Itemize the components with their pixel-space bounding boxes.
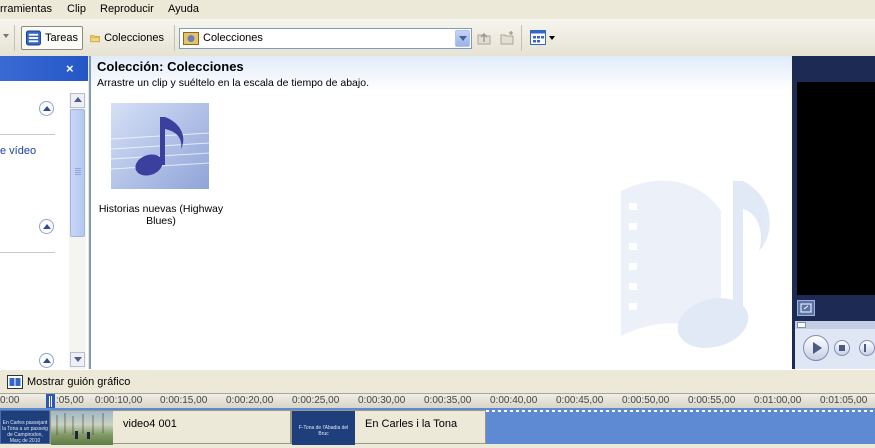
clip-label: video4 001 <box>123 418 177 430</box>
collection-film-icon <box>183 32 199 45</box>
timeline-clip[interactable]: En Carles passejant la Tona a un passeig… <box>0 410 50 444</box>
collection-title: Colección: Colecciones <box>97 59 244 74</box>
menu-bar: rramientas Clip Reproducir Ayuda <box>0 0 875 19</box>
menu-clip[interactable]: Clip <box>67 3 86 15</box>
stop-button[interactable] <box>834 340 850 356</box>
timeline-clip[interactable]: F-Tona de l'Abadia del Bruc En Carles i … <box>291 410 486 445</box>
ruler-tick: 0:00 <box>0 395 20 406</box>
seek-bar[interactable] <box>795 321 875 329</box>
seek-thumb[interactable] <box>797 322 806 328</box>
timeline-ruler[interactable]: 0:00 :05,00 0:00:10,00 0:00:15,00 0:00:2… <box>0 393 875 409</box>
close-icon[interactable]: × <box>66 61 74 76</box>
chevron-down-icon <box>549 36 555 40</box>
clip-label: En Carles i la Tona <box>365 418 458 430</box>
collection-subtitle: Arrastre un clip y suéltelo en la escala… <box>97 77 369 89</box>
ruler-tick: 0:00:50,00 <box>622 395 670 406</box>
chevron-down-icon[interactable] <box>455 30 470 47</box>
timeline-video-track: En Carles passejant la Tona a un passeig… <box>0 408 875 445</box>
task-pane-header: × <box>0 56 88 81</box>
playback-controls <box>795 321 875 369</box>
ruler-tick: :05,00 <box>56 395 84 406</box>
section-divider <box>0 252 55 253</box>
menu-reproducir[interactable]: Reproducir <box>100 3 154 15</box>
views-button[interactable] <box>530 30 556 46</box>
folder-icon <box>90 35 100 43</box>
dropdown-arrow-icon[interactable] <box>3 34 9 38</box>
task-pane-scrollbar[interactable] <box>69 93 86 369</box>
section-divider <box>0 134 55 135</box>
clip-title-text: En Carles passejant la Tona a un passeig… <box>2 420 48 444</box>
music-note-icon <box>110 117 210 176</box>
ruler-tick: 0:00:40,00 <box>490 395 538 406</box>
collection-header: Colección: Colecciones Arrastre un clip … <box>91 56 792 91</box>
scroll-grip <box>75 168 81 176</box>
collection-item-caption: Historias nuevas (Highway Blues) <box>98 203 224 227</box>
previous-icon <box>864 344 866 352</box>
menu-herramientas[interactable]: rramientas <box>0 3 52 15</box>
preview-monitor <box>792 56 875 369</box>
collection-dropdown[interactable]: Colecciones <box>179 28 472 49</box>
collapse-section-icon[interactable] <box>39 101 54 116</box>
show-storyboard-link[interactable]: Mostrar guión gráfico <box>27 376 130 388</box>
collections-label: Colecciones <box>104 32 164 44</box>
tasks-list-icon <box>26 30 41 46</box>
ruler-tick: 0:00:25,00 <box>292 395 340 406</box>
play-button[interactable] <box>803 335 829 361</box>
playhead[interactable] <box>46 394 55 409</box>
ruler-tick: 0:00:10,00 <box>95 395 143 406</box>
new-folder-icon[interactable] <box>499 30 515 46</box>
up-folder-icon[interactable] <box>476 30 492 46</box>
playhead-grip <box>49 396 50 407</box>
ruler-tick: 0:00:20,00 <box>226 395 274 406</box>
collections-button[interactable]: Colecciones <box>86 26 168 50</box>
clip-thumbnail: F-Tona de l'Abadia del Bruc <box>292 411 355 445</box>
toolbar-separator <box>14 25 15 51</box>
views-grid-icon <box>530 30 546 45</box>
ruler-tick: 0:00:45,00 <box>556 395 604 406</box>
ruler-tick: 0:00:35,00 <box>424 395 472 406</box>
menu-ayuda[interactable]: Ayuda <box>168 3 199 15</box>
storyboard-icon[interactable] <box>7 375 23 389</box>
tasks-label: Tareas <box>44 32 78 44</box>
scroll-up-icon[interactable] <box>70 93 85 108</box>
previous-frame-button[interactable] <box>859 340 875 356</box>
clip-title-text: F-Tona de l'Abadia del Bruc <box>298 425 349 437</box>
playhead-grip <box>51 396 52 407</box>
timeline-clip[interactable]: video4 001 <box>50 410 291 445</box>
track-empty-indicator <box>486 410 875 412</box>
toolbar-separator <box>521 25 522 51</box>
scroll-thumb[interactable] <box>70 109 85 237</box>
fullscreen-button[interactable] <box>797 300 815 316</box>
ruler-tick: 0:01:00,00 <box>754 395 802 406</box>
film-music-watermark-icon <box>621 180 770 348</box>
ruler-tick: 0:00:30,00 <box>358 395 406 406</box>
tasks-button[interactable]: Tareas <box>21 26 83 50</box>
toolbar-separator <box>174 25 175 51</box>
task-pane: × e vídeo <box>0 56 88 369</box>
collapse-section-icon[interactable] <box>39 219 54 234</box>
collection-item-thumbnail[interactable] <box>110 103 210 189</box>
collection-panel: Colección: Colecciones Arrastre un clip … <box>89 56 792 369</box>
collapse-section-icon[interactable] <box>39 353 54 368</box>
toolbar: Tareas Colecciones Colecciones <box>0 19 875 57</box>
clip-thumbnail <box>51 411 113 445</box>
task-link-video[interactable]: e vídeo <box>0 145 36 157</box>
ruler-tick: 0:00:55,00 <box>688 395 736 406</box>
landscape-thumbnail-icon <box>56 413 104 439</box>
fullscreen-icon <box>800 303 812 313</box>
ruler-tick: 0:01:05,00 <box>820 395 868 406</box>
stop-icon <box>839 345 845 351</box>
scroll-down-icon[interactable] <box>70 352 85 367</box>
play-icon <box>813 342 822 354</box>
collection-dropdown-value: Colecciones <box>203 32 263 44</box>
ruler-tick: 0:00:15,00 <box>160 395 208 406</box>
preview-screen <box>797 82 875 295</box>
storyboard-bar: Mostrar guión gráfico <box>0 369 875 394</box>
